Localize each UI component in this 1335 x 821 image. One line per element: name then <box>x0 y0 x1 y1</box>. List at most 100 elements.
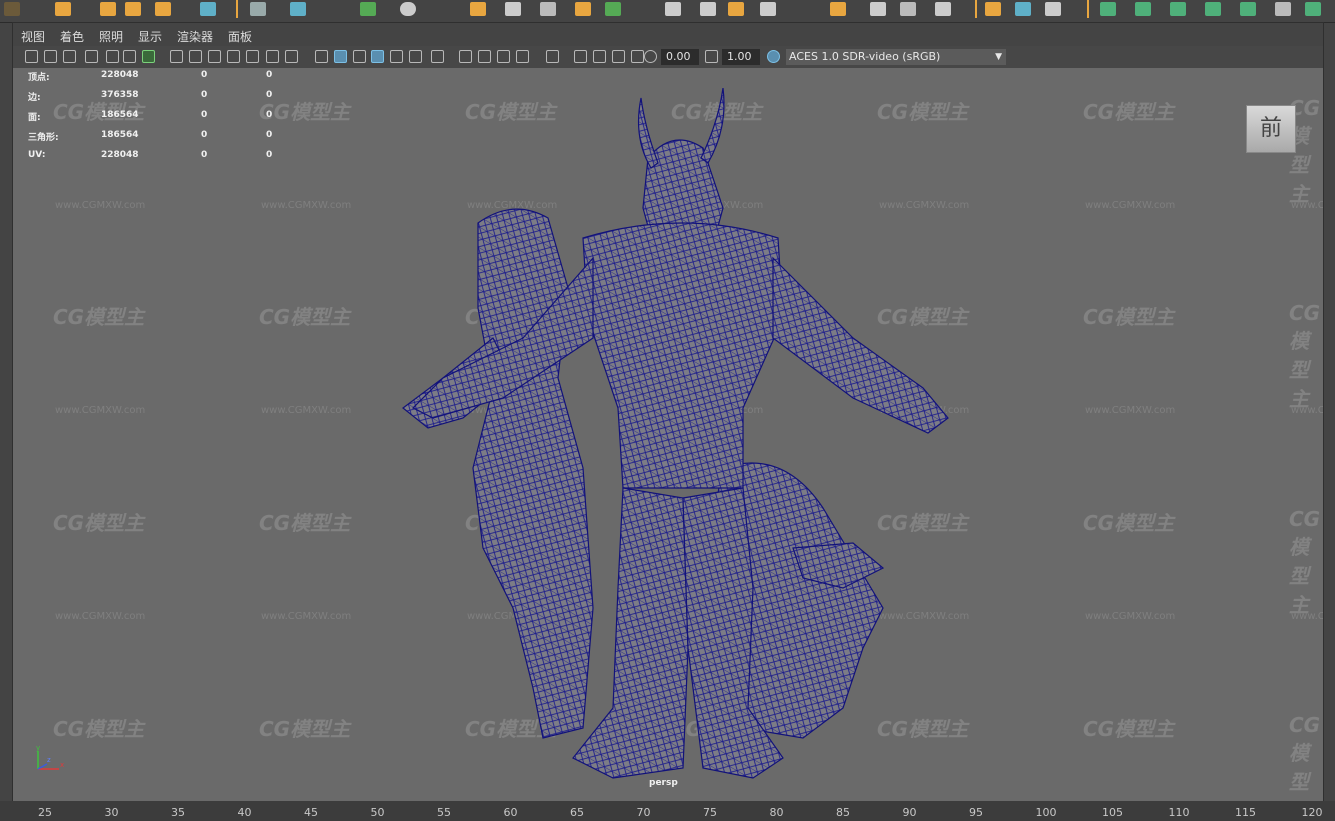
timeline-tick: 35 <box>171 806 185 819</box>
axis-label-x: x <box>60 761 64 769</box>
gamma-field[interactable]: 1.00 <box>722 49 760 65</box>
grid-toggle-icon[interactable] <box>170 50 183 63</box>
film-gate-icon[interactable] <box>189 50 202 63</box>
menu-panels[interactable]: 面板 <box>228 28 252 45</box>
colorspace-dropdown[interactable]: ACES 1.0 SDR-video (sRGB) ▼ <box>786 49 1006 65</box>
grease-pencil-icon[interactable] <box>142 50 155 63</box>
gate-mask-icon[interactable] <box>227 50 240 63</box>
scale-icon[interactable] <box>125 2 141 16</box>
extrude-icon[interactable] <box>728 2 744 16</box>
menu-lighting[interactable]: 照明 <box>99 28 123 45</box>
toggle-icon[interactable] <box>505 2 521 16</box>
axis-gizmo: y x z <box>36 744 64 770</box>
hud-value: 186564 <box>101 130 139 140</box>
timeline-tick: 110 <box>1168 806 1190 819</box>
relax-icon[interactable] <box>1240 2 1256 16</box>
bevel-icon[interactable] <box>700 2 716 16</box>
menu-renderer[interactable]: 渲染器 <box>177 28 213 45</box>
2d-pan-icon[interactable] <box>106 50 119 63</box>
wireframe-icon[interactable] <box>315 50 328 63</box>
arrow-icon[interactable] <box>870 2 886 16</box>
antialias-icon[interactable] <box>497 50 510 63</box>
safe-action-icon[interactable] <box>266 50 279 63</box>
curve-icon[interactable] <box>985 2 1001 16</box>
time-slider[interactable]: 25 30 35 40 45 50 55 60 65 70 75 80 85 90 95 100 105 110 1… <box>0 801 1335 821</box>
color-management-icon[interactable] <box>767 50 780 63</box>
wireframe-on-shaded-icon[interactable] <box>371 50 384 63</box>
watermark-url: www.CGMXW.com <box>1291 405 1323 416</box>
hud-label: 面: <box>28 113 41 123</box>
smooth-shade-icon[interactable] <box>334 50 347 63</box>
default-material-icon[interactable] <box>353 50 366 63</box>
hud-label: 顶点: <box>28 73 50 83</box>
select-icon[interactable] <box>4 2 20 16</box>
path-icon[interactable] <box>1015 2 1031 16</box>
xray-joints-icon[interactable] <box>612 50 625 63</box>
rotate-icon[interactable] <box>100 2 116 16</box>
history-icon[interactable] <box>470 2 486 16</box>
character-wireframe-model[interactable] <box>383 88 963 788</box>
dof-icon[interactable] <box>516 50 529 63</box>
motion-blur-icon[interactable] <box>478 50 491 63</box>
view-cube[interactable]: 前 <box>1246 105 1296 153</box>
safe-title-icon[interactable] <box>285 50 298 63</box>
timeline-tick: 50 <box>370 806 385 819</box>
menu-shading[interactable]: 着色 <box>60 28 84 45</box>
ruler-icon[interactable] <box>900 2 916 16</box>
layout-icon[interactable] <box>1305 2 1321 16</box>
isolate-icon[interactable] <box>546 50 559 63</box>
smooth-icon[interactable] <box>1205 2 1221 16</box>
move-cam-icon[interactable] <box>123 50 136 63</box>
checker-icon[interactable] <box>1275 2 1291 16</box>
key-icon[interactable] <box>575 2 591 16</box>
menu-view[interactable]: 视图 <box>21 28 45 45</box>
gamma-icon[interactable] <box>705 50 718 63</box>
measure-icon[interactable] <box>935 2 951 16</box>
lights-icon[interactable] <box>409 50 422 63</box>
hud-value: 0 <box>201 70 208 80</box>
move-icon[interactable] <box>55 2 71 16</box>
xray-icon[interactable] <box>574 50 587 63</box>
ambient-occlusion-icon[interactable] <box>459 50 472 63</box>
uv-icon[interactable] <box>1100 2 1116 16</box>
snap-icon[interactable] <box>200 2 216 16</box>
3d-viewport[interactable]: 顶点: 228048 0 0 边: 376358 0 0 面: 186564 0… <box>13 68 1323 801</box>
pivot-icon[interactable] <box>665 2 681 16</box>
watermark-url: www.CGMXW.com <box>261 200 352 211</box>
backface-icon[interactable] <box>631 50 644 63</box>
menu-show[interactable]: 显示 <box>138 28 162 45</box>
bridge-icon[interactable] <box>760 2 776 16</box>
attr-icon[interactable] <box>1045 2 1061 16</box>
panel-toolbar: 0.00 1.00 ACES 1.0 SDR-video (sRGB) ▼ <box>13 46 1323 68</box>
light-icon[interactable] <box>290 2 306 16</box>
watermark-logo: CG模型主 <box>1289 713 1321 801</box>
image-plane-icon[interactable] <box>85 50 98 63</box>
field-chart-icon[interactable] <box>246 50 259 63</box>
cube-icon[interactable] <box>360 2 376 16</box>
watermark-logo: CG模型主 <box>259 511 351 535</box>
sphere-icon[interactable] <box>400 2 416 16</box>
colorspace-value: ACES 1.0 SDR-video (sRGB) <box>789 50 941 63</box>
camera-attr-icon[interactable] <box>44 50 57 63</box>
camera-select-icon[interactable] <box>25 50 38 63</box>
front-figure-horn-left <box>637 97 659 169</box>
sculpt-icon[interactable] <box>1135 2 1151 16</box>
render-icon[interactable] <box>155 2 171 16</box>
xray-active-icon[interactable] <box>593 50 606 63</box>
paint-icon[interactable] <box>1170 2 1186 16</box>
shadows-icon[interactable] <box>431 50 444 63</box>
textured-icon[interactable] <box>390 50 403 63</box>
frame-icon[interactable] <box>605 2 621 16</box>
resolution-gate-icon[interactable] <box>208 50 221 63</box>
watermark-url: www.CGMXW.com <box>261 405 352 416</box>
exposure-field[interactable]: 0.00 <box>661 49 699 65</box>
bookmark-icon[interactable] <box>63 50 76 63</box>
watermark-url: www.CGMXW.com <box>1291 611 1323 622</box>
grid-icon[interactable] <box>540 2 556 16</box>
merge-icon[interactable] <box>830 2 846 16</box>
camera-name-label: persp <box>649 778 678 788</box>
watermark-logo: CG模型主 <box>259 717 351 741</box>
exposure-icon[interactable] <box>644 50 657 63</box>
hud-label: 边: <box>28 93 41 103</box>
camera-icon[interactable] <box>250 2 266 16</box>
